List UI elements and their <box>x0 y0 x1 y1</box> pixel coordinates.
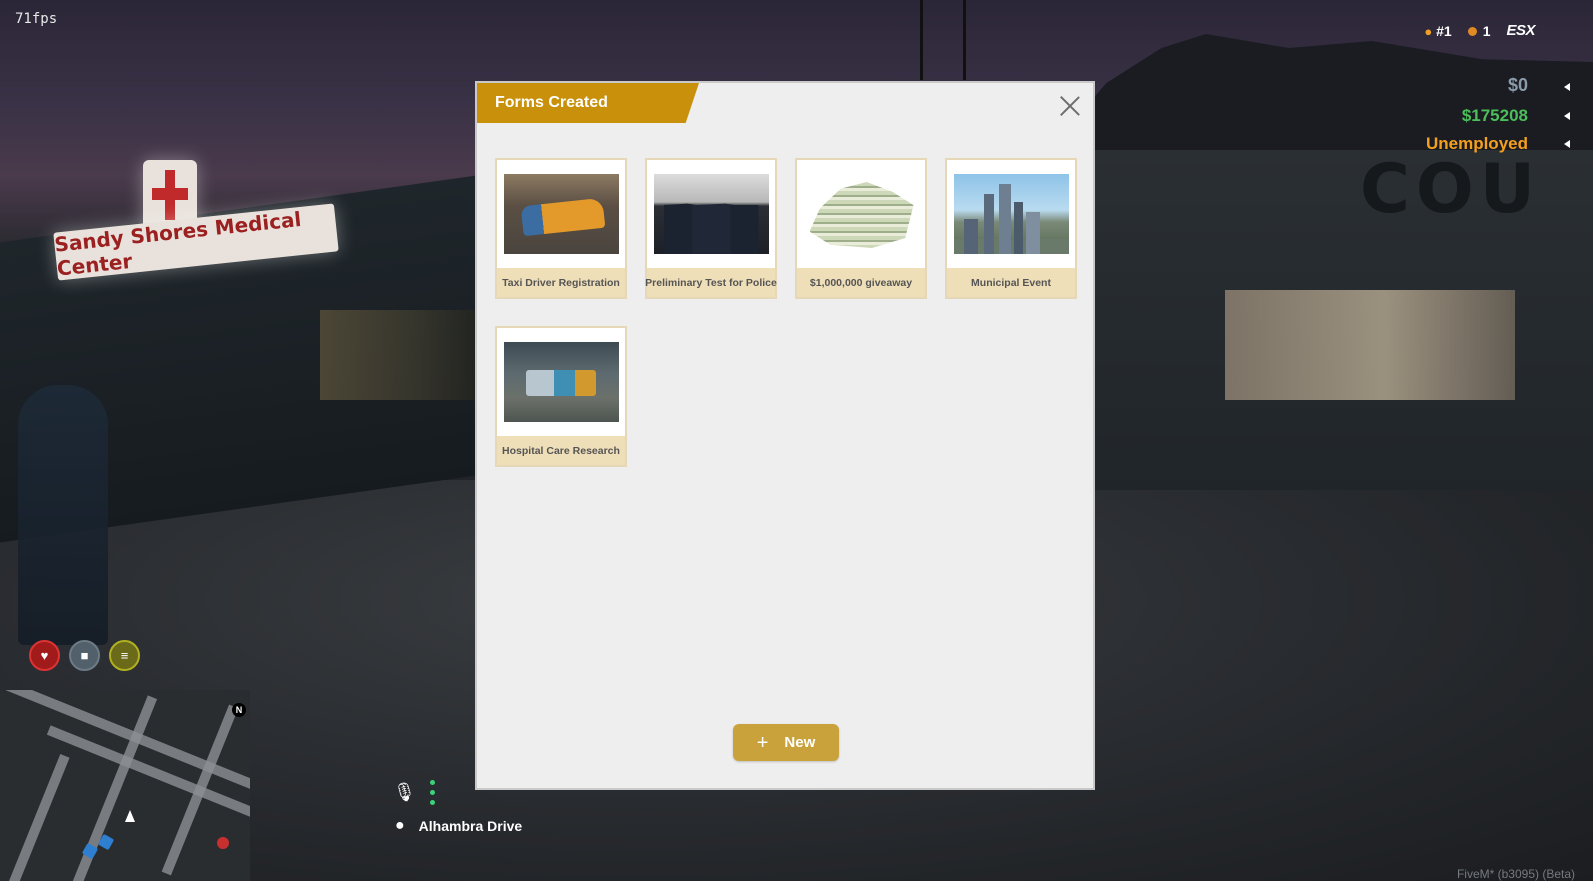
map-player-arrow-icon <box>125 810 135 822</box>
form-thumbnail <box>947 160 1075 268</box>
microphone-icon: 🎙 <box>393 782 416 802</box>
fps-counter: 71fps <box>15 11 58 27</box>
player-id-group: ● #1 <box>1424 23 1451 39</box>
street-name: Alhambra Drive <box>418 818 523 834</box>
cash-arrow-icon <box>1564 83 1570 91</box>
map-north-indicator: N <box>232 703 246 717</box>
bank-amount: $175208 <box>1461 106 1528 125</box>
map-road <box>161 704 239 876</box>
job-arrow-icon <box>1564 140 1570 148</box>
forms-modal: Forms Created Taxi Driver Registration P… <box>475 81 1095 790</box>
heart-icon: ♥ <box>29 640 60 671</box>
street-location: ● Alhambra Drive <box>395 817 522 835</box>
form-thumbnail <box>647 160 775 268</box>
food-icon: ≡ <box>109 640 140 671</box>
build-info: FiveM* (b3095) (Beta) <box>1456 867 1575 881</box>
plus-icon: + <box>756 731 769 754</box>
form-card-giveaway[interactable]: $1,000,000 giveaway <box>795 158 927 299</box>
hud-top-bar: ● #1 1 ESX <box>1424 22 1535 39</box>
voice-dot <box>429 800 435 805</box>
form-card-municipal-event[interactable]: Municipal Event <box>945 158 1077 299</box>
form-card-label: Preliminary Test for Police <box>645 268 777 297</box>
status-icons: ♥ ■ ≡ <box>29 640 140 671</box>
background-window <box>320 310 480 400</box>
form-thumbnail <box>497 328 625 436</box>
map-road <box>0 753 70 881</box>
form-card-label: Hospital Care Research <box>497 436 625 465</box>
player-character <box>18 385 108 645</box>
form-card-label: Municipal Event <box>947 268 1075 297</box>
voice-dot <box>429 790 435 795</box>
bank-arrow-icon <box>1564 112 1570 120</box>
voice-dot <box>429 780 435 785</box>
form-thumbnail <box>797 160 925 268</box>
coin-count: 1 <box>1482 22 1491 39</box>
voice-range-dots <box>429 780 435 805</box>
background-tower <box>920 0 966 80</box>
person-icon: ● <box>1424 23 1433 39</box>
new-button-label: New <box>784 734 816 751</box>
city-image <box>953 174 1069 254</box>
form-thumbnail <box>497 160 625 268</box>
new-form-button[interactable]: + New <box>733 724 839 761</box>
game-scene: COU Sandy Shores Medical Center 71fps ● … <box>0 0 1593 881</box>
location-pin-icon: ● <box>395 817 405 834</box>
player-id: #1 <box>1436 22 1452 39</box>
coins-group: 1 <box>1467 22 1491 39</box>
police-image <box>653 174 769 254</box>
courthouse-sign-text: COU <box>1360 150 1541 229</box>
modal-title: Forms Created <box>477 83 699 123</box>
form-card-hospital[interactable]: Hospital Care Research <box>495 326 627 467</box>
coin-icon <box>1467 27 1477 37</box>
server-logo: ESX <box>1506 22 1535 39</box>
hospital-image <box>503 342 619 422</box>
map-blip-icon <box>217 837 229 849</box>
background-window-right <box>1225 290 1515 400</box>
form-card-police[interactable]: Preliminary Test for Police <box>645 158 777 299</box>
form-card-label: $1,000,000 giveaway <box>797 268 925 297</box>
voice-indicator: 🎙 <box>393 780 435 805</box>
close-icon[interactable] <box>1059 95 1081 117</box>
taxi-image <box>503 174 619 254</box>
form-card-label: Taxi Driver Registration <box>497 268 625 297</box>
cash-amount: $0 <box>1507 75 1528 95</box>
forms-grid: Taxi Driver Registration Preliminary Tes… <box>495 158 1077 467</box>
cash-image <box>803 174 919 254</box>
job-label: Unemployed <box>1425 134 1528 153</box>
form-card-taxi[interactable]: Taxi Driver Registration <box>495 158 627 299</box>
water-icon: ■ <box>69 640 100 671</box>
minimap <box>0 690 250 881</box>
